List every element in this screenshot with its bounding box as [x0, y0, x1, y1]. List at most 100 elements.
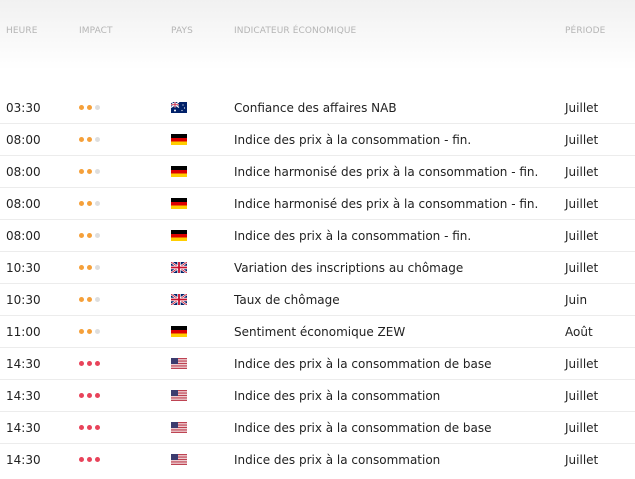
flag-uk-icon [171, 262, 187, 273]
header-impact: IMPACT [79, 26, 113, 36]
indicator-name[interactable]: Indice des prix à la consommation - fin. [234, 133, 471, 147]
event-period: Juillet [565, 389, 599, 403]
impact-dot [87, 457, 92, 462]
event-time: 14:30 [6, 357, 41, 371]
event-period: Juillet [565, 357, 599, 371]
impact-indicator [79, 201, 100, 206]
flag-usa-icon [171, 390, 187, 401]
flag-germany-icon [171, 230, 187, 241]
indicator-name[interactable]: Indice harmonisé des prix à la consommat… [234, 165, 538, 179]
impact-dot [87, 361, 92, 366]
indicator-name[interactable]: Indice des prix à la consommation de bas… [234, 357, 492, 371]
indicator-name[interactable]: Taux de chômage [234, 293, 340, 307]
table-row[interactable]: 14:30 Indice des prix à la consommation Ju… [0, 380, 635, 412]
table-row[interactable]: 08:00 Indice harmonisé des prix à la cons… [0, 188, 635, 220]
impact-dot [79, 233, 84, 238]
impact-indicator [79, 137, 100, 142]
event-time: 08:00 [6, 229, 41, 243]
impact-indicator [79, 169, 100, 174]
flag-germany-icon [171, 326, 187, 337]
event-time: 14:30 [6, 421, 41, 435]
impact-indicator [79, 297, 100, 302]
impact-dot [79, 169, 84, 174]
indicator-name[interactable]: Indice des prix à la consommation [234, 453, 440, 467]
flag-uk-icon [171, 294, 187, 305]
table-row[interactable]: 10:30 Variation des inscriptions au chôma… [0, 252, 635, 284]
flag-germany-icon [171, 166, 187, 177]
table-row[interactable]: 14:30 Indice des prix à la consommation d… [0, 412, 635, 444]
event-period: Juillet [565, 165, 599, 179]
flag-australia-icon [171, 102, 187, 113]
table-row[interactable]: 08:00 Indice harmonisé des prix à la cons… [0, 156, 635, 188]
event-time: 08:00 [6, 197, 41, 211]
event-time: 11:00 [6, 325, 41, 339]
event-time: 14:30 [6, 453, 41, 467]
impact-dot [79, 361, 84, 366]
event-period: Juin [565, 293, 588, 307]
impact-dot [79, 457, 84, 462]
impact-dot [95, 265, 100, 270]
event-time: 10:30 [6, 261, 41, 275]
table-row[interactable]: 14:30 Indice des prix à la consommation Ju… [0, 444, 635, 476]
header-period: PÉRIODE [565, 26, 606, 36]
table-row[interactable]: 11:00 Sentiment économique ZEW Août [0, 316, 635, 348]
impact-dot [87, 265, 92, 270]
impact-dot [87, 137, 92, 142]
flag-usa-icon [171, 358, 187, 369]
indicator-name[interactable]: Indice harmonisé des prix à la consommat… [234, 197, 538, 211]
impact-indicator [79, 233, 100, 238]
indicator-name[interactable]: Confiance des affaires NAB [234, 101, 397, 115]
flag-germany-icon [171, 134, 187, 145]
event-time: 08:00 [6, 165, 41, 179]
impact-dot [95, 361, 100, 366]
impact-indicator [79, 425, 100, 430]
impact-dot [87, 393, 92, 398]
event-time: 08:00 [6, 133, 41, 147]
impact-dot [87, 169, 92, 174]
table-row[interactable]: 03:30 Confiance des affaires NAB Juillet [0, 92, 635, 124]
impact-dot [87, 105, 92, 110]
indicator-name[interactable]: Indice des prix à la consommation de bas… [234, 421, 492, 435]
impact-dot [95, 169, 100, 174]
flag-germany-icon [171, 198, 187, 209]
event-period: Juillet [565, 197, 599, 211]
event-period: Juillet [565, 453, 599, 467]
impact-dot [79, 137, 84, 142]
impact-dot [79, 425, 84, 430]
impact-dot [79, 201, 84, 206]
impact-indicator [79, 329, 100, 334]
indicator-name[interactable]: Indice des prix à la consommation - fin. [234, 229, 471, 243]
indicator-name[interactable]: Variation des inscriptions au chômage [234, 261, 463, 275]
impact-dot [79, 265, 84, 270]
impact-dot [95, 393, 100, 398]
impact-indicator [79, 361, 100, 366]
event-period: Juillet [565, 421, 599, 435]
table-row[interactable]: 08:00 Indice des prix à la consommation -… [0, 124, 635, 156]
impact-dot [95, 297, 100, 302]
impact-dot [87, 201, 92, 206]
impact-dot [79, 393, 84, 398]
impact-dot [95, 329, 100, 334]
flag-usa-icon [171, 454, 187, 465]
impact-indicator [79, 265, 100, 270]
event-period: Juillet [565, 261, 599, 275]
table-row[interactable]: 08:00 Indice des prix à la consommation -… [0, 220, 635, 252]
impact-dot [87, 297, 92, 302]
impact-dot [87, 425, 92, 430]
impact-dot [95, 201, 100, 206]
table-row[interactable]: 10:30 Taux de chômage Juin [0, 284, 635, 316]
header-country: PAYS [171, 26, 193, 36]
impact-dot [95, 137, 100, 142]
header-time: HEURE [6, 26, 38, 36]
event-period: Juillet [565, 133, 599, 147]
indicator-name[interactable]: Sentiment économique ZEW [234, 325, 405, 339]
table-row[interactable]: 14:30 Indice des prix à la consommation d… [0, 348, 635, 380]
event-time: 10:30 [6, 293, 41, 307]
impact-dot [79, 329, 84, 334]
indicator-name[interactable]: Indice des prix à la consommation [234, 389, 440, 403]
impact-dot [87, 329, 92, 334]
event-period: Août [565, 325, 593, 339]
impact-dot [95, 233, 100, 238]
event-time: 14:30 [6, 389, 41, 403]
flag-usa-icon [171, 422, 187, 433]
